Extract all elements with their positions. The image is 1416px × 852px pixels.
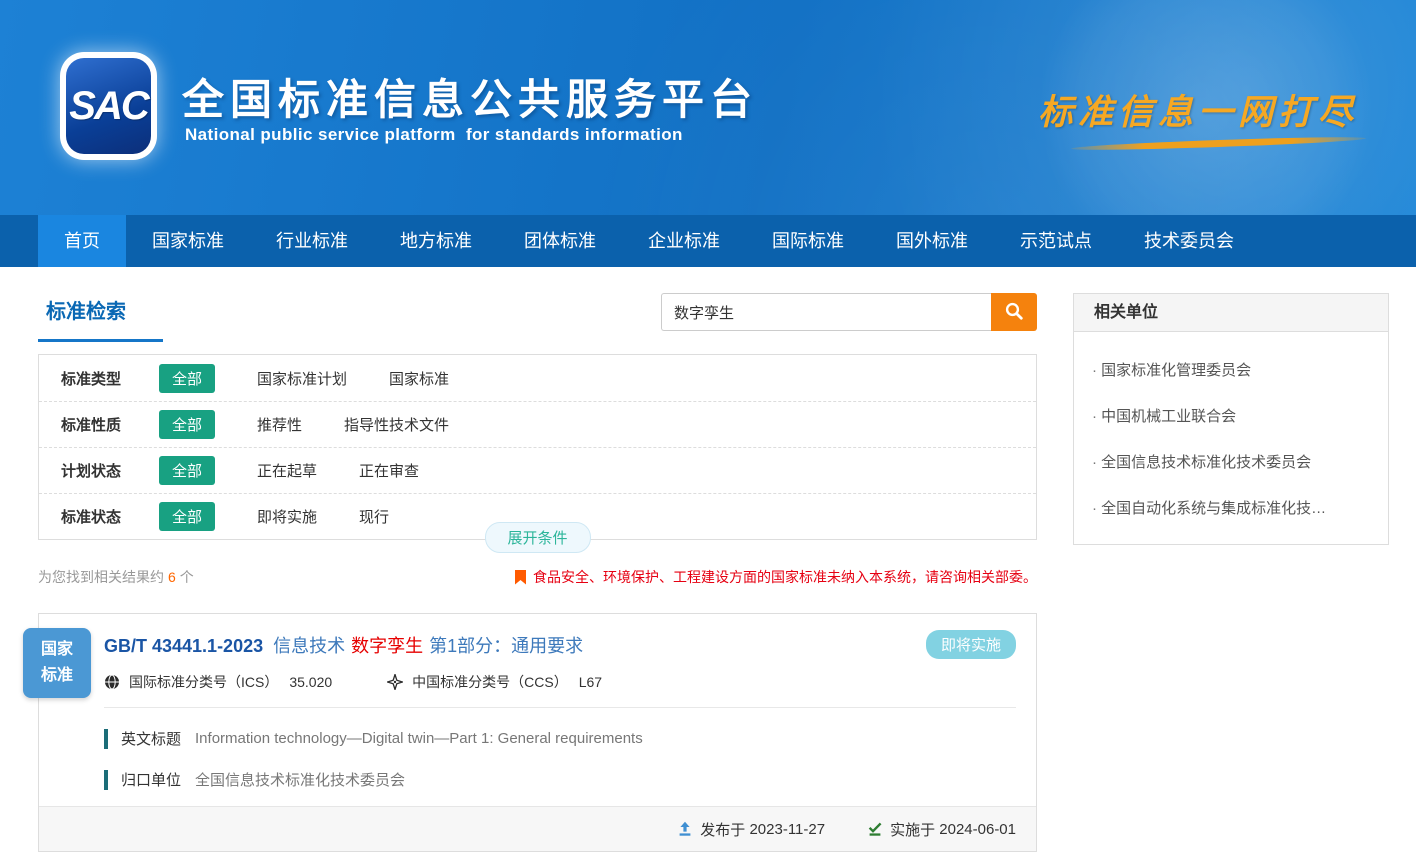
english-title-row: 英文标题 Information technology—Digital twin… [104, 728, 1016, 749]
badge-line1: 国家 [41, 637, 73, 663]
published-date-item: 发布于 2023-11-27 [677, 819, 825, 840]
committee-row: 归口单位 全国信息技术标准化技术委员会 [104, 769, 1016, 790]
filter-option[interactable]: 现行 [359, 506, 389, 527]
search-box [661, 293, 1037, 331]
nav-tab-group-standards[interactable]: 团体标准 [498, 215, 622, 267]
related-units-list: 国家标准化管理委员会 中国机械工业联合会 全国信息技术标准化技术委员会 全国自动… [1074, 332, 1388, 544]
notice-text: 食品安全、环境保护、工程建设方面的国家标准未纳入本系统，请咨询相关部委。 [533, 567, 1037, 587]
ccs-label: 中国标准分类号（CCS） [412, 672, 568, 692]
nav-tab-foreign-standards[interactable]: 国外标准 [870, 215, 994, 267]
filter-option[interactable]: 即将实施 [257, 506, 317, 527]
sac-logo-inner: SAC [66, 58, 151, 154]
filter-label: 标准状态 [61, 506, 149, 527]
bookmark-icon [515, 570, 526, 585]
sidebar-item-sac[interactable]: 国家标准化管理委员会 [1092, 359, 1370, 380]
nav-tab-technical-committees[interactable]: 技术委员会 [1118, 215, 1260, 267]
nav-tab-local-standards[interactable]: 地方标准 [374, 215, 498, 267]
site-slogan: 标准信息一网打尽 [1038, 84, 1358, 135]
english-title-label: 英文标题 [121, 728, 181, 749]
classification-row: 国际标准分类号（ICS） 35.020 中国标准分类号（CCS） L67 [104, 672, 1016, 708]
results-info-row: 为您找到相关结果约6个 食品安全、环境保护、工程建设方面的国家标准未纳入本系统，… [38, 567, 1037, 587]
filter-option[interactable]: 推荐性 [257, 414, 302, 435]
published-date: 2023-11-27 [749, 821, 825, 838]
standard-title-link[interactable]: GB/T 43441.1-2023 信息技术数字孪生第1部分：通用要求 [104, 632, 1016, 658]
site-banner: SAC 全国标准信息公共服务平台 National public service… [0, 0, 1416, 215]
nav-tab-international-standards[interactable]: 国际标准 [746, 215, 870, 267]
results-count-suffix: 个 [180, 569, 194, 585]
search-section: 标准检索 [38, 293, 1037, 342]
results-count-number: 6 [168, 569, 176, 585]
filter-row-standard-type: 标准类型 全部 国家标准计划 国家标准 [39, 355, 1036, 401]
filter-all-button[interactable]: 全部 [159, 410, 215, 439]
page-content: 标准检索 标准类型 全部 国家标准计划 国家标准 [0, 267, 1416, 852]
card-body: GB/T 43441.1-2023 信息技术数字孪生第1部分：通用要求 国际标准分… [39, 614, 1036, 790]
filter-label: 标准类型 [61, 368, 149, 389]
teal-bar [104, 729, 108, 749]
section-title-standard-search: 标准检索 [38, 293, 163, 342]
check-icon [867, 821, 883, 837]
sidebar-item-automation-standardization-committee[interactable]: 全国自动化系统与集成标准化技… [1092, 497, 1370, 518]
committee-label: 归口单位 [121, 769, 181, 790]
expand-conditions-button[interactable]: 展开条件 [484, 522, 590, 553]
ics-classification: 国际标准分类号（ICS） 35.020 [104, 672, 332, 692]
standard-title-highlight: 数字孪生 [351, 636, 423, 656]
published-label: 发布于 [700, 819, 745, 840]
results-count-prefix: 为您找到相关结果约 [38, 569, 164, 585]
site-title: 全国标准信息公共服务平台 [182, 66, 758, 127]
national-standard-badge[interactable]: 国家 标准 [23, 628, 91, 698]
system-notice: 食品安全、环境保护、工程建设方面的国家标准未纳入本系统，请咨询相关部委。 [515, 567, 1037, 587]
filter-panel: 标准类型 全部 国家标准计划 国家标准 标准性质 全部 推荐性 指导性技术文件 … [38, 354, 1037, 540]
main-nav: 首页 国家标准 行业标准 地方标准 团体标准 企业标准 国际标准 国外标准 示范… [0, 215, 1416, 267]
filter-option[interactable]: 正在审查 [359, 460, 419, 481]
related-units-panel: 相关单位 国家标准化管理委员会 中国机械工业联合会 全国信息技术标准化技术委员会… [1073, 293, 1389, 545]
card-footer: 发布于 2023-11-27 实施于 2024-06-01 [39, 806, 1036, 851]
results-count: 为您找到相关结果约6个 [38, 567, 194, 587]
filter-all-button[interactable]: 全部 [159, 456, 215, 485]
standard-title-part2: 第1部分：通用要求 [429, 636, 583, 656]
filter-option[interactable]: 正在起草 [257, 460, 317, 481]
status-badge: 即将实施 [926, 630, 1016, 659]
search-input[interactable] [661, 293, 991, 331]
nav-tab-enterprise-standards[interactable]: 企业标准 [622, 215, 746, 267]
filter-label: 计划状态 [61, 460, 149, 481]
sidebar-item-cmif[interactable]: 中国机械工业联合会 [1092, 405, 1370, 426]
ics-value: 35.020 [289, 674, 332, 690]
main-column: 标准检索 标准类型 全部 国家标准计划 国家标准 [38, 293, 1037, 852]
nav-tab-home[interactable]: 首页 [38, 215, 126, 267]
related-units-title: 相关单位 [1074, 294, 1388, 332]
site-subtitle: National public service platform for sta… [185, 125, 683, 145]
compass-icon [387, 674, 403, 690]
english-title-value: Information technology—Digital twin—Part… [195, 730, 643, 747]
implemented-label: 实施于 [890, 819, 935, 840]
nav-tab-industry-standards[interactable]: 行业标准 [250, 215, 374, 267]
sac-logo: SAC [60, 52, 157, 160]
globe-icon [104, 674, 120, 690]
badge-line2: 标准 [41, 663, 73, 689]
sac-logo-text: SAC [69, 84, 147, 129]
upload-arrow-icon [677, 821, 693, 837]
filter-row-standard-nature: 标准性质 全部 推荐性 指导性技术文件 [39, 401, 1036, 447]
nav-tab-national-standards[interactable]: 国家标准 [126, 215, 250, 267]
nav-tab-pilot-demos[interactable]: 示范试点 [994, 215, 1118, 267]
filter-option[interactable]: 国家标准 [389, 368, 449, 389]
standard-result-card: 国家 标准 即将实施 GB/T 43441.1-2023 信息技术数字孪生第1部分… [38, 613, 1037, 852]
teal-bar [104, 770, 108, 790]
filter-option[interactable]: 指导性技术文件 [344, 414, 449, 435]
filter-label: 标准性质 [61, 414, 149, 435]
standard-title-part1: 信息技术 [273, 636, 345, 656]
filter-option[interactable]: 国家标准计划 [257, 368, 347, 389]
filter-all-button[interactable]: 全部 [159, 502, 215, 531]
ccs-value: L67 [579, 674, 602, 690]
filter-all-button[interactable]: 全部 [159, 364, 215, 393]
sidebar-item-it-standardization-committee[interactable]: 全国信息技术标准化技术委员会 [1092, 451, 1370, 472]
implemented-date: 2024-06-01 [939, 821, 1016, 838]
filter-row-plan-status: 计划状态 全部 正在起草 正在审查 [39, 447, 1036, 493]
magnifier-icon [1004, 301, 1024, 324]
search-button[interactable] [991, 293, 1037, 331]
ccs-classification: 中国标准分类号（CCS） L67 [387, 672, 602, 692]
standard-code: GB/T 43441.1-2023 [104, 636, 263, 656]
implemented-date-item: 实施于 2024-06-01 [867, 819, 1016, 840]
committee-value: 全国信息技术标准化技术委员会 [195, 769, 405, 790]
ics-label: 国际标准分类号（ICS） [129, 672, 278, 692]
